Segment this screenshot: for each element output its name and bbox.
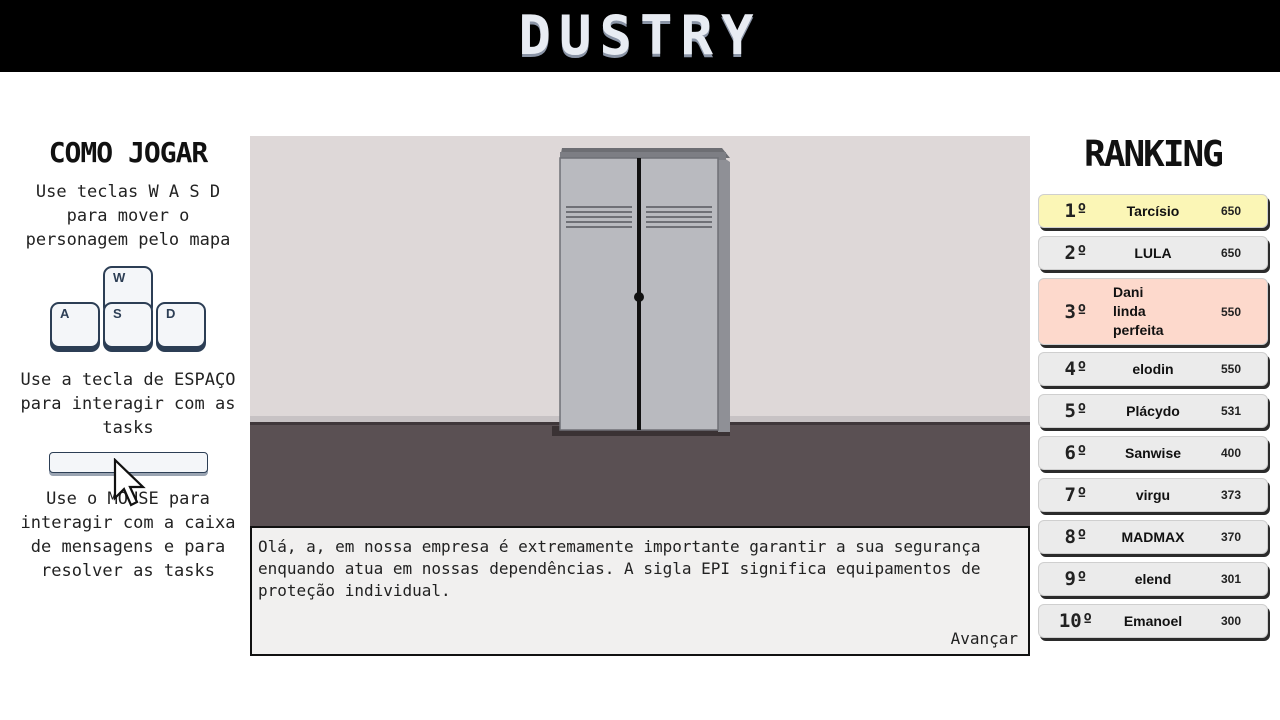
ranking-score: 650 <box>1221 246 1242 260</box>
game-canvas[interactable] <box>250 136 1030 526</box>
ranking-row: 4º elodin 550 <box>1038 352 1268 386</box>
locker-sprite[interactable] <box>550 148 730 438</box>
mouse-cursor-icon <box>113 458 146 507</box>
ranking-score: 400 <box>1221 446 1242 460</box>
a-key-icon: A <box>50 302 100 348</box>
ranking-position: 4º <box>1064 358 1088 380</box>
ranking-position: 7º <box>1064 484 1088 506</box>
ranking-position: 3º <box>1064 300 1088 323</box>
s-key-icon: S <box>103 302 153 348</box>
advance-button[interactable]: Avançar <box>951 629 1018 648</box>
ranking-player-name: virgu <box>1135 486 1171 503</box>
ranking-row: 5º Plácydo 531 <box>1038 394 1268 428</box>
message-text: Olá, a, em nossa empresa é extremamente … <box>258 537 981 600</box>
ranking-row: 10º Emanoel 300 <box>1038 604 1268 638</box>
wasd-keys-illustration: W A S D <box>48 266 210 356</box>
ranking-row: 3º Dani linda perfeita 550 <box>1038 278 1268 345</box>
ranking-player-name: Emanoel <box>1123 612 1183 629</box>
ranking-score: 301 <box>1221 572 1242 586</box>
ranking-position: 8º <box>1064 526 1088 548</box>
ranking-position: 10º <box>1058 610 1094 632</box>
ranking-score: 550 <box>1221 304 1242 319</box>
game-logo: DUSTRY <box>518 4 762 67</box>
ranking-score: 650 <box>1221 204 1242 218</box>
ranking-score: 531 <box>1221 404 1242 418</box>
ranking-row: 8º MADMAX 370 <box>1038 520 1268 554</box>
space-instructions: Use a tecla de ESPAÇO para interagir com… <box>20 370 236 438</box>
ranking-player-name: LULA <box>1134 244 1172 261</box>
ranking-player-name: elend <box>1134 570 1172 587</box>
ranking-score: 300 <box>1221 614 1242 628</box>
ranking-score: 373 <box>1221 488 1242 502</box>
message-box[interactable]: Olá, a, em nossa empresa é extremamente … <box>250 526 1030 656</box>
ranking-player-name: Sanwise <box>1124 444 1182 461</box>
ranking-position: 5º <box>1064 400 1088 422</box>
ranking-player-name: elodin <box>1132 360 1174 377</box>
ranking-player-name: Dani linda perfeita <box>1113 284 1164 338</box>
how-to-play-title: COMO JOGAR <box>48 136 209 169</box>
ranking-player-name: MADMAX <box>1121 528 1185 545</box>
ranking-score: 370 <box>1221 530 1242 544</box>
d-key-icon: D <box>156 302 206 348</box>
ranking-player-name: Plácydo <box>1126 402 1180 419</box>
ranking-row: 1º Tarcísio 650 <box>1038 194 1268 228</box>
ranking-position: 9º <box>1064 568 1088 590</box>
ranking-title: RANKING <box>1084 134 1224 175</box>
top-banner: DUSTRY <box>0 0 1280 72</box>
ranking-row: 6º Sanwise 400 <box>1038 436 1268 470</box>
ranking-position: 2º <box>1064 242 1088 264</box>
ranking-position: 6º <box>1064 442 1088 464</box>
ranking-player-name: Tarcísio <box>1126 202 1180 219</box>
ranking-row: 9º elend 301 <box>1038 562 1268 596</box>
ranking-score: 550 <box>1221 362 1242 376</box>
ranking-position: 1º <box>1064 200 1088 222</box>
ranking-row: 2º LULA 650 <box>1038 236 1268 270</box>
ranking-row: 7º virgu 373 <box>1038 478 1268 512</box>
move-instructions: Use teclas W A S D para mover o personag… <box>25 182 231 250</box>
